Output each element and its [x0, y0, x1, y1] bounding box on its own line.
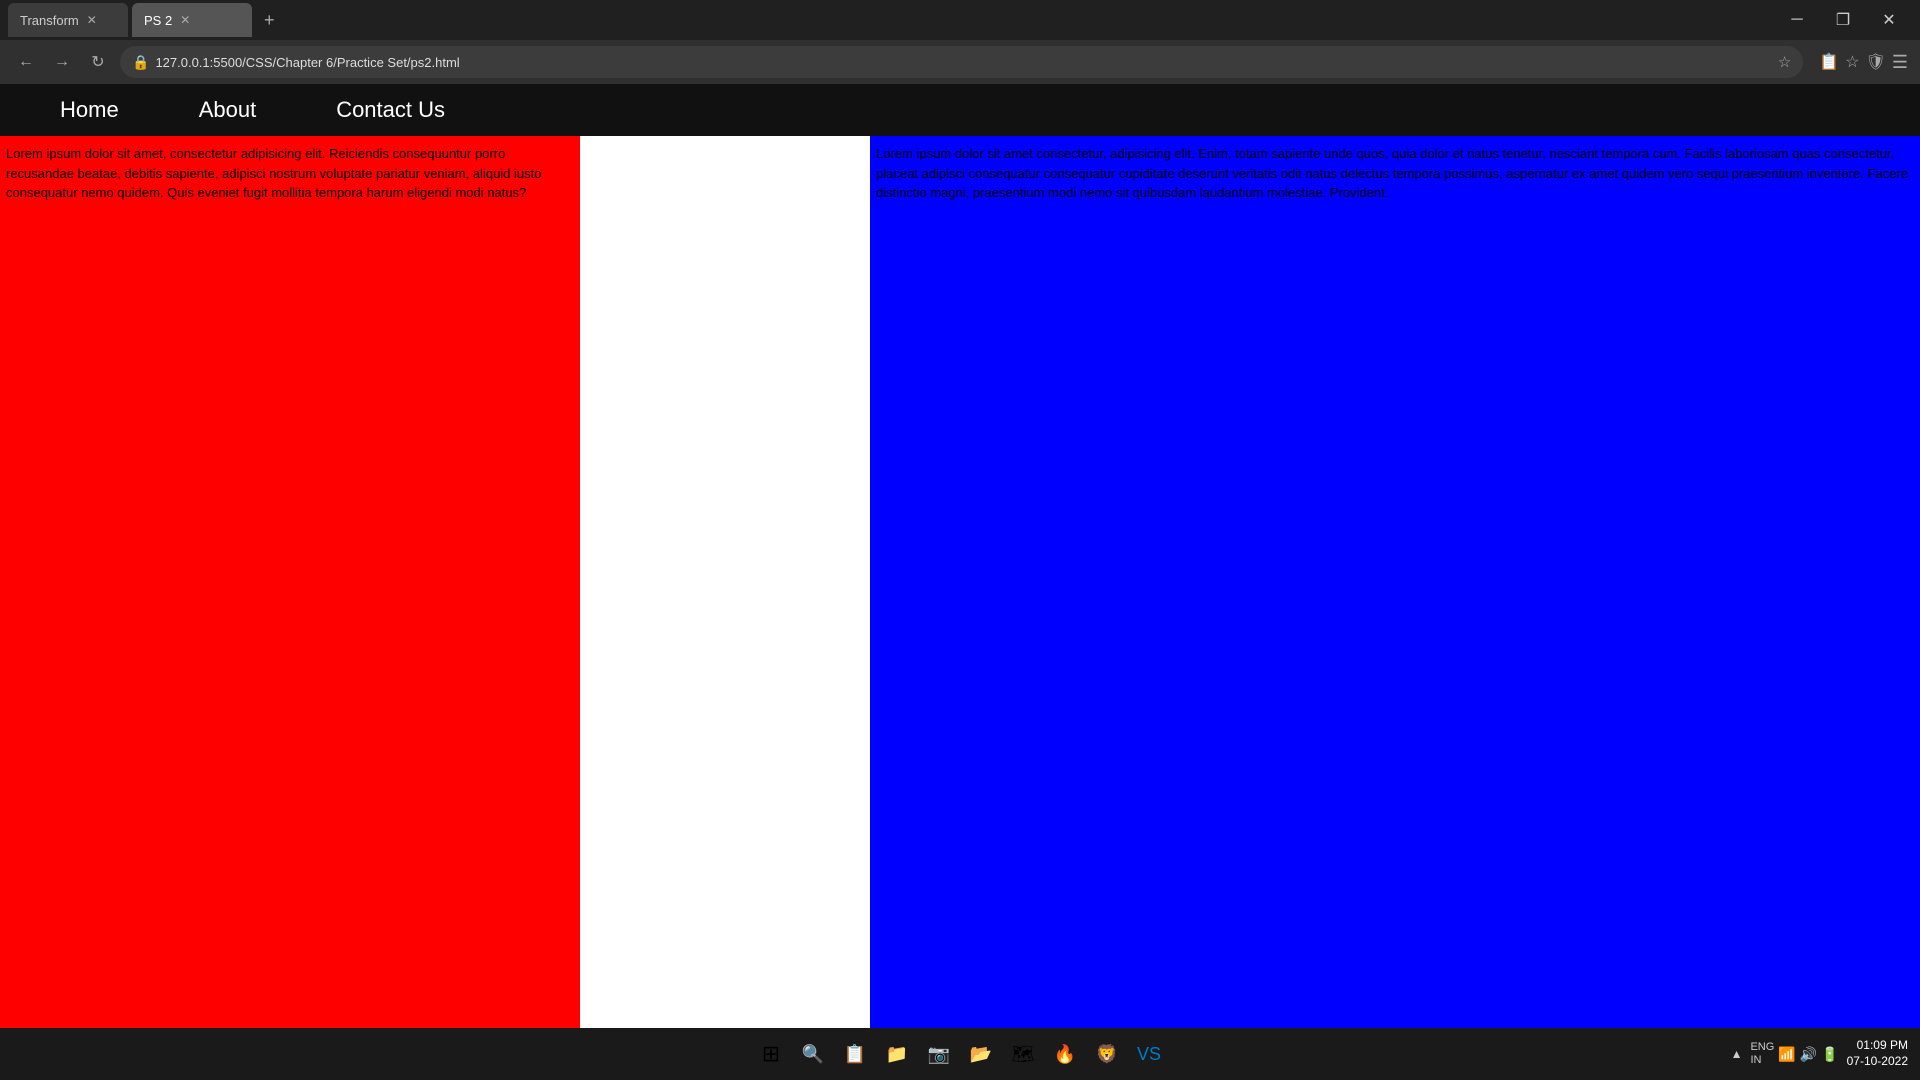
- date-display: 07-10-2022: [1847, 1054, 1908, 1070]
- url-text: 127.0.0.1:5500/CSS/Chapter 6/Practice Se…: [155, 55, 459, 70]
- window-controls: ─ ❐ ✕: [1774, 3, 1912, 37]
- bookmark-icon[interactable]: ☆: [1778, 53, 1791, 71]
- taskbar: ⊞ 🔍 📋 📁 📷 📂 🗺 🔥 🦁 VS ▲ ENGIN 📶 🔊 🔋 01:09…: [0, 1028, 1920, 1080]
- time-display: 01:09 PM: [1847, 1038, 1908, 1054]
- browser-actions: 📋 ☆ 🛡 ☰: [1819, 52, 1908, 73]
- red-column-text: Lorem ipsum dolor sit amet, consectetur …: [6, 146, 542, 200]
- address-bar-icons: ☆: [1778, 53, 1791, 71]
- taskbar-right: ▲ ENGIN 📶 🔊 🔋 01:09 PM 07-10-2022: [1731, 1038, 1908, 1069]
- tab-ps2-label: PS 2: [144, 13, 172, 28]
- browser-window: Transform ✕ PS 2 ✕ + ─ ❐ ✕ ← → ↻ 🔒 127.0…: [0, 0, 1920, 1080]
- lang-icon: ENGIN: [1750, 1041, 1774, 1067]
- vscode-button[interactable]: VS: [1131, 1036, 1167, 1072]
- maps-button[interactable]: 🗺: [1005, 1036, 1041, 1072]
- system-tray-arrow[interactable]: ▲: [1731, 1047, 1743, 1061]
- tab-bar: Transform ✕ PS 2 ✕ + ─ ❐ ✕: [0, 0, 1920, 40]
- close-button[interactable]: ✕: [1866, 3, 1912, 37]
- content-area: Lorem ipsum dolor sit amet, consectetur …: [0, 136, 1920, 1028]
- folder-button[interactable]: 📂: [963, 1036, 999, 1072]
- sys-icons: ENGIN 📶 🔊 🔋: [1750, 1041, 1838, 1067]
- tab-transform[interactable]: Transform ✕: [8, 3, 128, 37]
- maximize-button[interactable]: ❐: [1820, 3, 1866, 37]
- star-icon[interactable]: ☆: [1845, 52, 1859, 72]
- taskbar-center: ⊞ 🔍 📋 📁 📷 📂 🗺 🔥 🦁 VS: [753, 1036, 1167, 1072]
- forward-button[interactable]: →: [48, 48, 76, 76]
- tab-transform-label: Transform: [20, 13, 79, 28]
- blue-column-text: Lorem ipsum dolor sit amet consectetur, …: [876, 146, 1908, 200]
- column-red: Lorem ipsum dolor sit amet, consectetur …: [0, 136, 580, 1028]
- firefox-button[interactable]: 🔥: [1047, 1036, 1083, 1072]
- tab-ps2[interactable]: PS 2 ✕: [132, 3, 252, 37]
- address-bar[interactable]: 🔒 127.0.0.1:5500/CSS/Chapter 6/Practice …: [120, 46, 1803, 78]
- nav-home[interactable]: Home: [20, 97, 179, 123]
- reload-button[interactable]: ↻: [84, 48, 112, 76]
- wifi-icon[interactable]: 📶: [1778, 1046, 1795, 1063]
- new-tab-button[interactable]: +: [256, 10, 283, 31]
- start-button[interactable]: ⊞: [753, 1036, 789, 1072]
- tab-transform-close[interactable]: ✕: [87, 13, 97, 27]
- menu-icon[interactable]: ☰: [1892, 52, 1908, 73]
- navbar: Home About Contact Us: [0, 84, 1920, 136]
- column-blue: Lorem ipsum dolor sit amet consectetur, …: [870, 136, 1920, 1028]
- lock-icon: 🔒: [132, 54, 149, 71]
- column-white: [580, 136, 870, 1028]
- battery-icon[interactable]: 🔋: [1821, 1046, 1838, 1063]
- brave-button[interactable]: 🦁: [1089, 1036, 1125, 1072]
- search-taskbar-button[interactable]: 🔍: [795, 1036, 831, 1072]
- back-button[interactable]: ←: [12, 48, 40, 76]
- nav-about[interactable]: About: [179, 97, 317, 123]
- clock[interactable]: 01:09 PM 07-10-2022: [1847, 1038, 1908, 1069]
- shield-icon[interactable]: 🛡: [1866, 52, 1886, 72]
- nav-contact[interactable]: Contact Us: [316, 97, 505, 123]
- tab-ps2-close[interactable]: ✕: [180, 13, 190, 27]
- minimize-button[interactable]: ─: [1774, 3, 1820, 37]
- reading-icon[interactable]: 📋: [1819, 52, 1839, 72]
- address-bar-row: ← → ↻ 🔒 127.0.0.1:5500/CSS/Chapter 6/Pra…: [0, 40, 1920, 84]
- volume-icon[interactable]: 🔊: [1800, 1046, 1817, 1063]
- task-view-button[interactable]: 📋: [837, 1036, 873, 1072]
- page-content: Home About Contact Us Lorem ipsum dolor …: [0, 84, 1920, 1028]
- camera-button[interactable]: 📷: [921, 1036, 957, 1072]
- file-explorer-button[interactable]: 📁: [879, 1036, 915, 1072]
